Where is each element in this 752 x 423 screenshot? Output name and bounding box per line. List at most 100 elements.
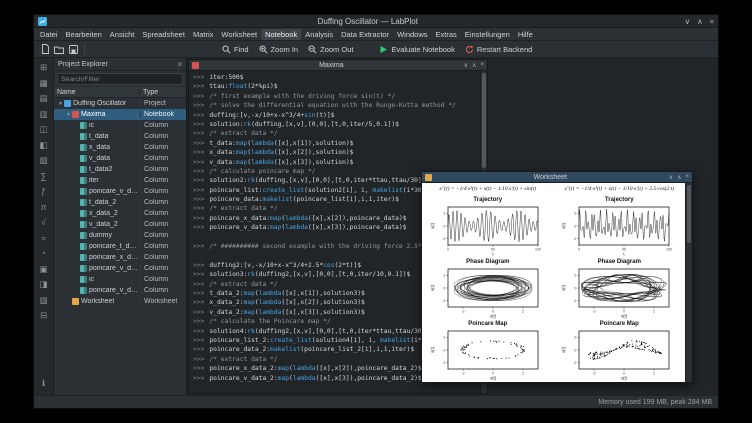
tool-icon[interactable]: ◧ [37, 139, 50, 151]
menu-item[interactable]: Spreadsheet [138, 29, 189, 40]
tool-icon[interactable]: ⊟ [37, 309, 50, 321]
tool-icon[interactable]: ▥ [37, 108, 50, 120]
tree-row[interactable]: ▾ Duffing Oscillator Project [54, 98, 186, 109]
zoom-out-icon [308, 45, 317, 54]
menu-item[interactable]: Ansicht [106, 29, 139, 40]
tool-icon[interactable]: ▦ [37, 77, 50, 89]
save-button[interactable] [66, 43, 80, 56]
tree-row[interactable]: t_data_2 Column [54, 197, 186, 208]
info-icon[interactable]: ℹ [37, 377, 50, 389]
item-name: t_data_2 [89, 199, 117, 206]
plot-cell[interactable]: Phase Diagram -2 0 2 -2 0 2 x(t) v(t) [422, 258, 554, 320]
worksheet-title-bar[interactable]: Worksheet ∨ ∧ × [422, 172, 692, 183]
tool-icon[interactable]: ≈ [37, 232, 50, 244]
tree-row[interactable]: poincare_v_data_2 Column [54, 285, 186, 296]
svg-text:0: 0 [447, 247, 449, 251]
svg-text:-2: -2 [573, 299, 576, 303]
worksheet-page[interactable]: x″(t) = −1/4·x³(t) + x(t) − 1/10·x′(t) +… [422, 183, 685, 382]
maximize-button[interactable]: ∧ [697, 15, 703, 28]
expander-icon[interactable]: ▾ [65, 112, 72, 118]
tree-cell-name: t_data [54, 133, 140, 140]
tool-icon[interactable]: ▤ [37, 92, 50, 104]
open-project-button[interactable] [52, 43, 66, 56]
tree-row[interactable]: x_data_2 Column [54, 208, 186, 219]
worksheet-scrollbar-thumb[interactable] [687, 185, 691, 243]
maxima-minimize-button[interactable]: ∨ [464, 62, 468, 69]
close-button[interactable]: × [710, 15, 714, 28]
zoom-in-button[interactable]: Zoom In [254, 44, 304, 55]
menu-item[interactable]: Matrix [189, 29, 217, 40]
restart-backend-button[interactable]: Restart Backend [460, 44, 537, 55]
tree-row[interactable]: x_data Column [54, 142, 186, 153]
maxima-scrollbar-thumb[interactable] [482, 73, 486, 168]
code-text: poincare_x_data_2:map(lambda([x],x[2]),p… [209, 365, 422, 373]
menu-item[interactable]: Bearbeiten [62, 29, 106, 40]
tool-icon[interactable]: ◔ [37, 247, 50, 259]
prompt: >>> [193, 214, 205, 222]
tree-row[interactable]: dummy Column [54, 230, 186, 241]
evaluate-notebook-button[interactable]: Evaluate Notebook [374, 44, 459, 55]
menu-item[interactable]: Hilfe [514, 29, 537, 40]
prompt: >>> [193, 261, 205, 269]
tree-row[interactable]: ic Column [54, 274, 186, 285]
worksheet-scrollbar[interactable] [685, 183, 692, 382]
tool-icon[interactable]: ∑ [37, 170, 50, 182]
plot-cell[interactable]: Poincare Map -2 0 2 -2 0 2 x(t) v(t) [422, 320, 554, 382]
tree-row[interactable]: iter Column [54, 175, 186, 186]
search-input[interactable] [57, 73, 183, 85]
find-button[interactable]: Find [217, 44, 254, 55]
menu-item[interactable]: Worksheet [217, 29, 261, 40]
maxima-title-bar[interactable]: Maxima ∨ ∧ × [189, 60, 487, 71]
tree-row[interactable]: poincare_v_data2 Column [54, 186, 186, 197]
tool-icon[interactable]: ⊞ [37, 61, 50, 73]
plot-cell[interactable]: Trajectory 0 50 100 -2 0 2 t x(t) [422, 196, 554, 258]
minimize-button[interactable]: ∨ [685, 15, 691, 28]
menu-item[interactable]: Extras [432, 29, 461, 40]
new-project-button[interactable] [38, 43, 52, 56]
tree-row[interactable]: poincare_x_data Column [54, 252, 186, 263]
tool-icon[interactable]: ▨ [37, 294, 50, 306]
tree-row[interactable]: ic Column [54, 120, 186, 131]
plot-cell[interactable]: Trajectory 0 50 100 -2 0 2 t x(t) [554, 196, 686, 258]
zoom-out-button[interactable]: Zoom Out [303, 44, 358, 55]
tool-icon[interactable]: ▣ [37, 263, 50, 275]
tool-icon[interactable]: ◫ [37, 123, 50, 135]
tree-row[interactable]: poincare_v_data Column [54, 263, 186, 274]
tree-row[interactable]: t_data Column [54, 131, 186, 142]
tool-icon[interactable]: ▧ [37, 154, 50, 166]
project-explorer-header[interactable]: Project Explorer × [54, 58, 186, 71]
tool-icon[interactable]: ƒ [37, 185, 50, 197]
left-toolbar: ⊞ ▦ ▤ ▥ ◫ ◧ ▧ ∑ ƒ π √ ≈ ◔ ▣ ◨ ▨ ⊟ ℹ [34, 58, 54, 395]
tree-row[interactable]: ▾ Maxima Notebook [54, 109, 186, 120]
tool-icon[interactable]: ◨ [37, 278, 50, 290]
worksheet-maximize-button[interactable]: ∧ [677, 174, 681, 181]
maxima-maximize-button[interactable]: ∧ [472, 62, 476, 69]
menu-item[interactable]: Analysis [301, 29, 337, 40]
menu-item[interactable]: Data Extractor [337, 29, 393, 40]
item-type-icon [72, 111, 79, 118]
column-header-name[interactable]: Name [54, 88, 140, 96]
plot-cell[interactable]: Poincare Map -2 0 2 -2 0 2 x(t) v(t) [554, 320, 686, 382]
tree-row[interactable]: v_data Column [54, 153, 186, 164]
tool-icon[interactable]: √ [37, 216, 50, 228]
plot-cell[interactable]: Phase Diagram -2 0 2 -2 0 2 x(t) v(t) [554, 258, 686, 320]
menu-item[interactable]: Windows [393, 29, 431, 40]
code-text: poincare_data_2:makelist(poincare_list_2… [209, 346, 415, 354]
menu-item[interactable]: Einstellungen [461, 29, 514, 40]
tree-cell-type: Notebook [140, 111, 186, 118]
worksheet-minimize-button[interactable]: ∨ [669, 174, 673, 181]
tree-row[interactable]: t_data2 Column [54, 164, 186, 175]
title-bar[interactable]: Duffing Oscillator — LabPlot ∨ ∧ × [34, 15, 718, 28]
tree-row[interactable]: poincare_t_data_2 Column [54, 241, 186, 252]
expander-icon[interactable]: ▾ [57, 101, 64, 107]
tool-icon[interactable]: π [37, 201, 50, 213]
menu-item[interactable]: Notebook [261, 28, 302, 40]
column-header-type[interactable]: Type [140, 89, 186, 96]
tree-row[interactable]: Worksheet Worksheet [54, 296, 186, 307]
dock-close-icon[interactable]: × [177, 60, 182, 69]
worksheet-close-button[interactable]: × [685, 174, 689, 181]
maxima-close-button[interactable]: × [480, 62, 484, 69]
menu-item[interactable]: Datei [36, 29, 62, 40]
prompt: >>> [193, 355, 205, 363]
tree-row[interactable]: v_data_2 Column [54, 219, 186, 230]
